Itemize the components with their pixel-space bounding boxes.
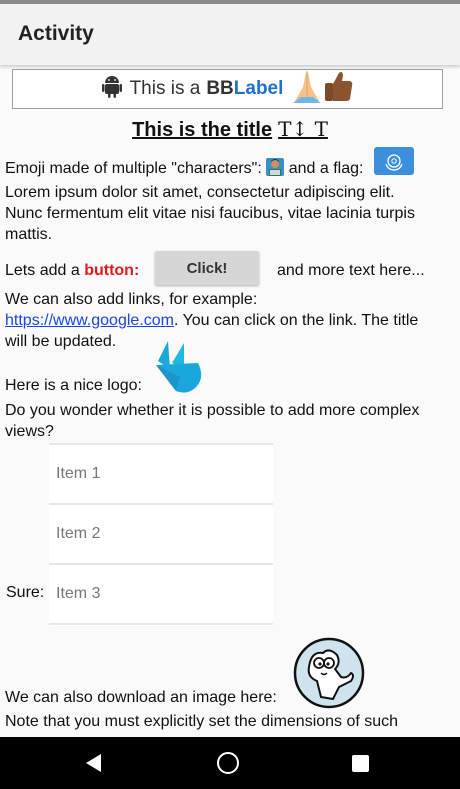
links-before-text: We can also add links, for example:: [5, 291, 258, 308]
click-button[interactable]: Click!: [155, 251, 259, 285]
list-item-label: Item 3: [56, 585, 101, 602]
list-label: Sure:: [6, 584, 45, 601]
google-link[interactable]: https://www.google.com: [5, 312, 174, 329]
bblabel-bb: BB: [206, 78, 234, 99]
folded-hands-icon: [291, 69, 323, 109]
emoji-text: Emoji made of multiple "characters":: [5, 160, 262, 177]
paragraph-complex-views: Do you wonder whether it is possible to …: [5, 402, 420, 440]
document-title: This is the title T↕ T: [0, 117, 460, 142]
android-icon: [101, 74, 122, 104]
document-title-text: This is the title: [132, 119, 273, 141]
recents-icon[interactable]: [352, 755, 369, 772]
list-divider: [49, 623, 273, 626]
list-item-label: Item 2: [56, 525, 101, 542]
app-bar-title: Activity: [18, 22, 94, 45]
logo-row: Here is a nice logo:: [5, 339, 445, 399]
content-area[interactable]: This is a BB Label This is the title T↕ T …: [0, 65, 460, 737]
lorem-text: Lorem ipsum dolor sit amet, consectetur …: [5, 184, 415, 243]
item-list[interactable]: Item 1 Item 2 Item 3: [49, 443, 273, 626]
thumbs-up-icon: [323, 69, 353, 109]
image-text: We can also download an image here:: [5, 689, 277, 706]
flag-text: and a flag:: [288, 160, 364, 177]
list-item-label: Item 1: [56, 465, 101, 482]
navigation-bar: [0, 737, 460, 789]
technologist-emoji-icon: [266, 158, 285, 182]
cat-image: [293, 637, 365, 709]
un-flag-icon: [373, 147, 414, 181]
list-item[interactable]: Item 2: [49, 503, 273, 563]
logo-icon: [156, 341, 202, 393]
button-row: Lets add a button: Click! and more text …: [5, 251, 455, 285]
image-row: We can also download an image here:: [5, 637, 445, 709]
button-row-prefix: Lets add a button:: [5, 262, 139, 280]
text-size-glyphs: T↕ T: [278, 117, 328, 141]
button-row-highlight: button:: [84, 262, 140, 279]
paragraph-emoji: Emoji made of multiple "characters": and…: [5, 147, 435, 245]
list-item[interactable]: Item 1: [49, 443, 273, 503]
bblabel-prefix: This is a: [129, 78, 201, 99]
back-icon[interactable]: [86, 754, 102, 772]
home-icon[interactable]: [217, 752, 239, 774]
bblabel-label: Label: [233, 78, 284, 99]
app-bar: Activity: [0, 4, 460, 65]
logo-text: Here is a nice logo:: [5, 377, 142, 394]
paragraph-dimensions-note: Note that you must explicitly set the di…: [5, 713, 399, 730]
button-row-suffix: and more text here...: [277, 262, 425, 279]
button-row-prefix-text: Lets add a: [5, 262, 80, 279]
list-item[interactable]: Item 3: [49, 563, 273, 623]
bblabel-banner: This is a BB Label: [12, 69, 443, 109]
